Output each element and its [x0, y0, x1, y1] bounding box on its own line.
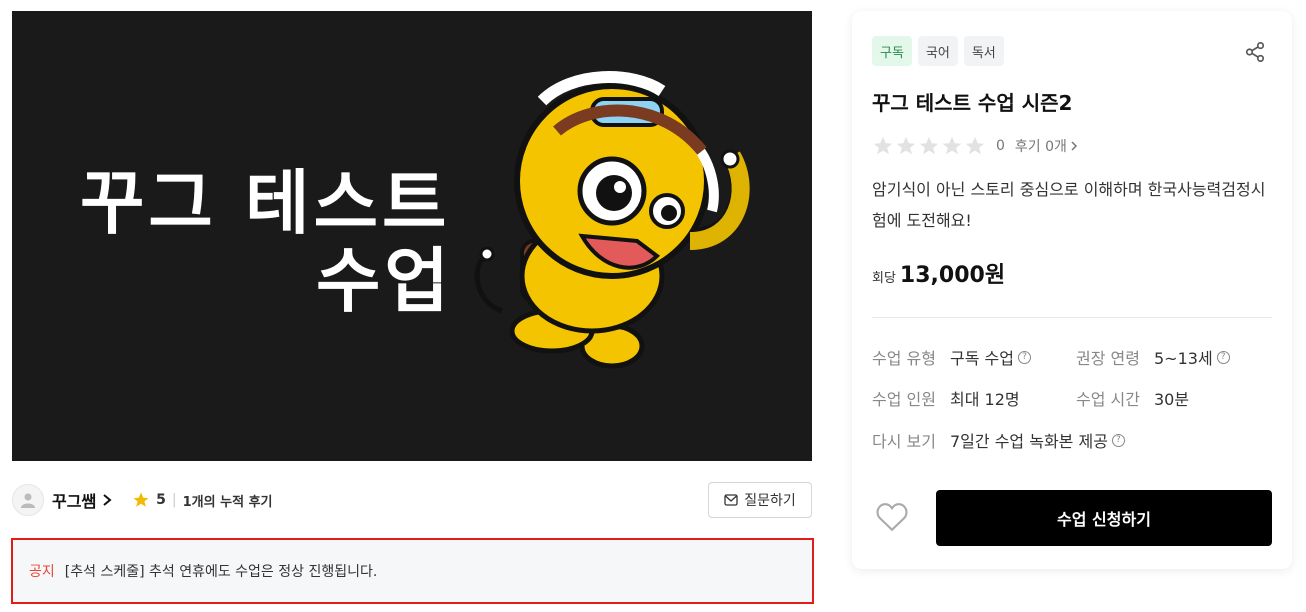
info-type: 수업 유형 구독 수업 ?: [872, 345, 1031, 369]
info-duration-label: 수업 시간: [1076, 390, 1140, 409]
course-thumbnail: 꾸그 테스트 수업: [12, 11, 812, 461]
info-age-label: 권장 연령: [1076, 349, 1140, 368]
star-icon: [873, 136, 893, 155]
info-size-label: 수업 인원: [872, 390, 936, 409]
rating-stars: [872, 135, 986, 157]
star-icon: [133, 492, 149, 507]
teacher-name: 꾸그쌤: [52, 492, 97, 511]
teacher-rating-value: 5: [156, 492, 166, 508]
info-replay-label: 다시 보기: [872, 432, 936, 451]
tag-subject[interactable]: 국어: [917, 36, 958, 66]
course-price: 회당 13,000원: [872, 257, 1005, 289]
info-age-value: 5~13세: [1154, 349, 1213, 368]
ask-question-label: 질문하기: [744, 493, 796, 509]
star-icon: [919, 136, 939, 155]
chevron-right-icon: [103, 494, 112, 506]
teacher-review-count: 1개의 누적 후기: [182, 494, 273, 510]
info-replay: 다시 보기 7일간 수업 녹화본 제공 ?: [872, 428, 1125, 452]
info-age: 권장 연령 5~13세 ?: [1076, 345, 1230, 369]
info-type-label: 수업 유형: [872, 349, 936, 368]
notice-banner[interactable]: 공지 [추석 스케줄] 추석 연휴에도 수업은 정상 진행됩니다.: [11, 538, 814, 604]
info-age-value-group: 5~13세 ?: [1154, 345, 1230, 369]
divider: [872, 317, 1272, 318]
heart-icon[interactable]: [874, 499, 910, 535]
page: 꾸그 테스트 수업 꾸그쌤 5 | 1개의 누적 후기 질문하기 공지 [추석 …: [0, 0, 1306, 612]
mail-icon: [724, 494, 738, 506]
info-size-value: 최대 12명: [950, 390, 1020, 409]
course-description: 암기식이 아닌 스토리 중심으로 이해하며 한국사능력검정시험에 도전해요!: [872, 180, 1266, 230]
star-icon: [965, 136, 985, 155]
chevron-right-icon: [1071, 141, 1077, 151]
thumbnail-title-line1: 꾸그 테스트: [80, 162, 451, 244]
thumbnail-title: 꾸그 테스트 수업: [80, 161, 453, 323]
info-duration-value: 30분: [1154, 390, 1190, 409]
star-icon: [942, 136, 962, 155]
share-icon[interactable]: [1244, 41, 1266, 63]
course-score: 0: [996, 138, 1005, 154]
course-reviews-link[interactable]: 후기 0개: [1015, 136, 1078, 156]
notice-text: [추석 스케줄] 추석 연휴에도 수업은 정상 진행됩니다.: [64, 564, 378, 580]
info-size: 수업 인원 최대 12명: [872, 386, 1020, 410]
info-type-value: 구독 수업: [950, 349, 1014, 368]
course-reviews-label: 후기 0개: [1014, 139, 1067, 155]
help-circle-icon[interactable]: ?: [1017, 350, 1031, 364]
course-tags: 구독 국어 독서: [872, 36, 1004, 66]
info-replay-value: 7일간 수업 녹화본 제공: [950, 432, 1108, 451]
price-amount: 13,000원: [899, 263, 1006, 288]
info-type-value-group: 구독 수업 ?: [950, 345, 1031, 369]
course-title: 꾸그 테스트 수업 시즌2: [872, 91, 1073, 115]
help-circle-icon[interactable]: ?: [1111, 433, 1125, 447]
apply-course-button[interactable]: 수업 신청하기: [936, 490, 1272, 546]
info-duration: 수업 시간 30분: [1076, 386, 1189, 410]
help-circle-icon[interactable]: ?: [1216, 350, 1230, 364]
info-replay-value-group: 7일간 수업 녹화본 제공 ?: [950, 428, 1125, 452]
notice-tag: 공지: [29, 564, 55, 580]
tag-subscription[interactable]: 구독: [872, 36, 912, 66]
tag-category[interactable]: 독서: [963, 36, 1004, 66]
teacher-rating: 5 | 1개의 누적 후기: [132, 491, 273, 510]
teacher-row: 꾸그쌤 5 | 1개의 누적 후기 질문하기: [12, 482, 812, 518]
mascot-illustration: [474, 71, 750, 369]
teacher-name-link[interactable]: 꾸그쌤: [52, 488, 112, 512]
course-rating: 0 후기 0개: [872, 135, 1078, 157]
ask-question-button[interactable]: 질문하기: [708, 482, 812, 518]
course-info-card: 구독 국어 독서 꾸그 테스트 수업 시즌2 0 후기 0개 암기식이 아닌 스…: [852, 11, 1292, 569]
user-icon: [21, 493, 35, 508]
teacher-avatar[interactable]: [12, 484, 44, 516]
price-label: 회당: [872, 271, 896, 286]
star-icon: [896, 136, 916, 155]
divider: |: [171, 492, 177, 508]
thumbnail-title-line2: 수업: [316, 240, 453, 322]
